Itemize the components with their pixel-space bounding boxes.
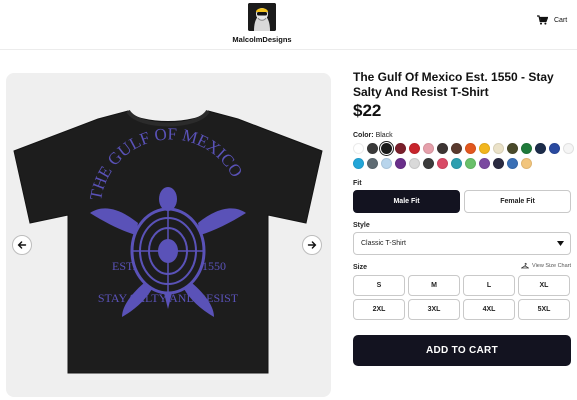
color-swatch[interactable]: [409, 158, 420, 169]
color-swatch[interactable]: [423, 143, 434, 154]
size-options: S M L XL 2XL 3XL 4XL 5XL: [353, 275, 571, 320]
size-option-l[interactable]: L: [463, 275, 515, 296]
size-option-3xl[interactable]: 3XL: [408, 299, 460, 320]
next-image-button[interactable]: [302, 235, 322, 255]
arrow-left-icon: [17, 241, 27, 249]
previous-image-button[interactable]: [12, 235, 32, 255]
fit-option-female[interactable]: Female Fit: [464, 190, 571, 213]
color-swatch[interactable]: [465, 143, 476, 154]
size-option-xl[interactable]: XL: [518, 275, 570, 296]
size-option-m[interactable]: M: [408, 275, 460, 296]
site-header: MalcolmDesigns Cart: [0, 0, 577, 50]
cart-label: Cart: [554, 16, 568, 24]
color-swatch[interactable]: [465, 158, 476, 169]
shop-name[interactable]: MalcolmDesigns: [0, 35, 524, 44]
hanger-icon: [521, 262, 529, 269]
color-swatch[interactable]: [381, 143, 392, 154]
style-select[interactable]: Classic T-Shirt: [353, 232, 571, 255]
color-label-prefix: Color:: [353, 132, 374, 139]
product-price: $22: [353, 101, 382, 120]
color-swatches: [353, 143, 574, 169]
size-chart-link[interactable]: View Size Chart: [521, 262, 571, 269]
color-swatch[interactable]: [451, 143, 462, 154]
color-swatch[interactable]: [367, 143, 378, 154]
fit-label: Fit: [353, 180, 362, 187]
color-swatch[interactable]: [479, 158, 490, 169]
color-swatch[interactable]: [451, 158, 462, 169]
style-label: Style: [353, 222, 370, 229]
arrow-right-icon: [307, 241, 317, 249]
size-option-5xl[interactable]: 5XL: [518, 299, 570, 320]
color-swatch[interactable]: [409, 143, 420, 154]
selected-color: Black: [375, 132, 393, 139]
color-swatch[interactable]: [437, 158, 448, 169]
color-swatch[interactable]: [521, 143, 532, 154]
color-swatch[interactable]: [381, 158, 392, 169]
size-option-4xl[interactable]: 4XL: [463, 299, 515, 320]
color-swatch[interactable]: [535, 143, 546, 154]
shop-logo[interactable]: [248, 3, 276, 31]
cart-button[interactable]: Cart: [537, 15, 567, 25]
color-swatch[interactable]: [549, 143, 560, 154]
print-est-label: EST.: [112, 259, 135, 273]
color-swatch[interactable]: [493, 143, 504, 154]
caret-down-icon: [557, 241, 564, 246]
size-chart-label: View Size Chart: [532, 262, 572, 269]
size-option-2xl[interactable]: 2XL: [353, 299, 405, 320]
color-swatch[interactable]: [423, 158, 434, 169]
size-option-s[interactable]: S: [353, 275, 405, 296]
color-swatch[interactable]: [395, 158, 406, 169]
color-swatch[interactable]: [353, 158, 364, 169]
style-value: Classic T-Shirt: [361, 240, 406, 247]
color-swatch[interactable]: [353, 143, 364, 154]
color-swatch[interactable]: [493, 158, 504, 169]
color-swatch[interactable]: [507, 143, 518, 154]
print-bottom-text: STAY SALTY AND RESIST: [98, 291, 239, 305]
fit-options: Male Fit Female Fit: [353, 190, 571, 213]
color-swatch[interactable]: [437, 143, 448, 154]
size-label: Size: [353, 264, 368, 271]
color-swatch[interactable]: [507, 158, 518, 169]
print-year: 1550: [202, 259, 226, 273]
color-swatch[interactable]: [395, 143, 406, 154]
product-image: THE GULF OF MEXICO EST. 1550 STAY SALTY …: [13, 109, 323, 374]
add-to-cart-button[interactable]: ADD TO CART: [353, 335, 571, 366]
color-swatch[interactable]: [367, 158, 378, 169]
color-swatch[interactable]: [521, 158, 532, 169]
color-label: Color: Black: [353, 132, 393, 139]
color-swatch[interactable]: [479, 143, 490, 154]
product-title: The Gulf Of Mexico Est. 1550 - Stay Salt…: [353, 70, 554, 99]
color-swatch[interactable]: [563, 143, 574, 154]
cart-icon: [537, 15, 548, 25]
product-image-panel: THE GULF OF MEXICO EST. 1550 STAY SALTY …: [6, 73, 331, 397]
fit-option-male[interactable]: Male Fit: [353, 190, 460, 213]
